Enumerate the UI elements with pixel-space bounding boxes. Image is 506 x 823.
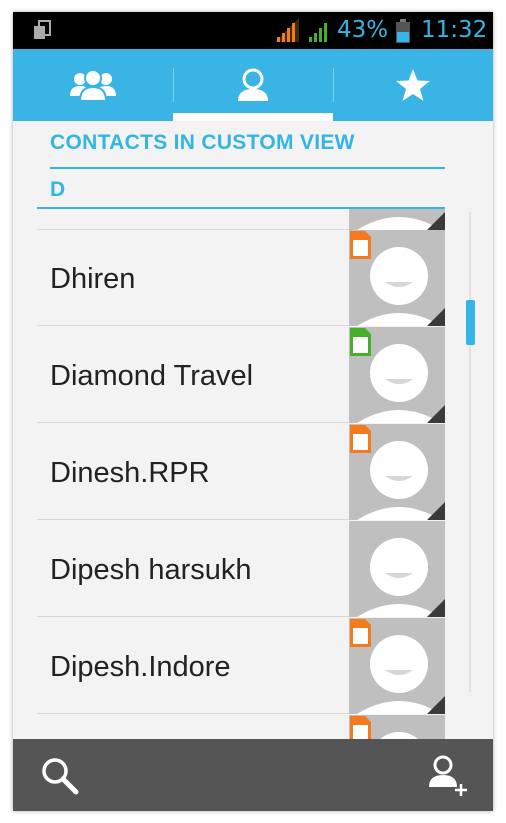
contact-avatar[interactable]: [349, 715, 445, 739]
tab-contacts[interactable]: [173, 49, 333, 121]
signal-orange-icon: [275, 18, 299, 46]
battery-percent: 43%: [337, 17, 389, 43]
scrollbar-thumb[interactable]: [466, 300, 475, 345]
app-frame: 43% 11:32 CONTACTS IN CUSTOM VIEW D Dhir…: [13, 12, 493, 811]
contact-name: Dhiren: [50, 263, 136, 295]
contact-row[interactable]: Dipesh harsukh: [37, 521, 445, 617]
scrollbar-track[interactable]: [469, 212, 471, 692]
search-button[interactable]: [41, 757, 79, 800]
contact-row[interactable]: Dinesh.RPR: [37, 424, 445, 520]
bottom-action-bar: [13, 739, 493, 811]
sim-orange-icon: [350, 425, 371, 453]
selected-tab-indicator: [173, 113, 333, 121]
status-bar: 43% 11:32: [13, 12, 493, 49]
sim-orange-icon: [350, 716, 371, 739]
contact-avatar[interactable]: [349, 424, 445, 520]
contact-avatar[interactable]: [349, 327, 445, 423]
tab-favorites[interactable]: [333, 49, 493, 121]
sim-green-icon: [350, 328, 371, 356]
contact-name: Dipesh harsukh: [50, 554, 252, 586]
contact-row[interactable]: Diamond Travel: [37, 327, 445, 423]
signal-green-icon: [307, 18, 331, 46]
section-divider: [50, 167, 445, 169]
contact-list[interactable]: Dhiren Diamond Travel Dinesh.RPR Dipesh …: [37, 209, 445, 739]
star-icon: [396, 69, 430, 101]
contact-name: Dinesh.RPR: [50, 457, 210, 489]
contact-avatar[interactable]: [349, 521, 445, 617]
sim-orange-icon: [350, 231, 371, 259]
groups-icon: [70, 69, 116, 102]
contact-row[interactable]: Dhiren: [37, 230, 445, 326]
sim-orange-icon: [350, 619, 371, 647]
person-icon: [238, 68, 268, 101]
contact-row[interactable]: Dipesh.Indore: [37, 618, 445, 714]
contact-avatar[interactable]: [349, 209, 445, 230]
tab-bar: [13, 49, 493, 121]
battery-icon: [396, 19, 410, 47]
contact-name: Dipesh.Indore: [50, 651, 231, 683]
contact-avatar[interactable]: [349, 230, 445, 326]
sim-card-icon: [33, 20, 51, 44]
letter-header: D: [50, 178, 66, 201]
contact-avatar[interactable]: [349, 618, 445, 714]
add-contact-icon: [429, 755, 467, 796]
contact-name: Diamond Travel: [50, 360, 254, 392]
section-title: CONTACTS IN CUSTOM VIEW: [50, 131, 355, 154]
search-icon: [42, 758, 79, 795]
contact-row[interactable]: [37, 715, 445, 739]
clock: 11:32: [421, 17, 488, 43]
contact-row[interactable]: [37, 209, 445, 230]
add-contact-button[interactable]: [427, 755, 469, 802]
tab-groups[interactable]: [13, 49, 173, 121]
